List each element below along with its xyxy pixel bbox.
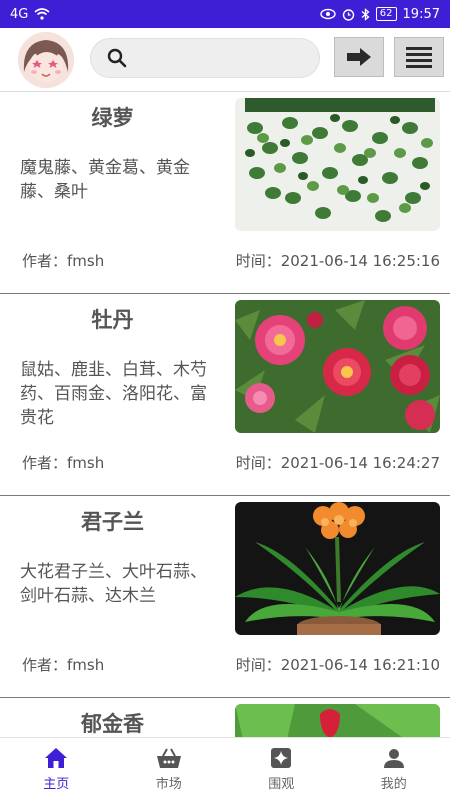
search-box[interactable] [90,38,320,78]
nav-discover[interactable]: 围观 [225,738,338,800]
list-item[interactable]: 绿萝 魔鬼藤、黄金葛、黄金藤、桑叶 作者：fmsh 时间：2021-06-14 … [0,92,450,294]
menu-button[interactable] [394,37,444,77]
item-photo[interactable] [235,98,440,231]
nav-home[interactable]: 主页 [0,738,113,800]
clivia-image [235,502,440,635]
signal-indicator: 4G [10,6,29,22]
item-author: 作者：fmsh [22,454,105,472]
clock: 19:57 [402,6,440,22]
item-title: 君子兰 [81,510,144,534]
peony-image [235,300,440,433]
search-icon [107,48,127,68]
nav-profile[interactable]: 我的 [338,738,450,800]
list-item[interactable]: 牡丹 鼠姑、鹿韭、白茸、木芍药、百雨金、洛阳花、富贵花 作者：fmsh 时间：2… [0,294,450,496]
header-bar [0,28,450,92]
sparkle-icon [271,747,292,768]
search-input[interactable] [135,49,305,67]
item-photo[interactable] [235,502,440,635]
item-photo[interactable] [235,300,440,433]
wifi-icon [34,8,50,20]
nav-label: 主页 [43,776,70,792]
hamburger-icon [406,47,432,68]
eye-icon [320,8,336,20]
nav-market[interactable]: 市场 [113,738,226,800]
plant-list[interactable]: 绿萝 魔鬼藤、黄金葛、黄金藤、桑叶 作者：fmsh 时间：2021-06-14 … [0,92,450,737]
status-right: 62 19:57 [320,7,440,22]
go-button[interactable] [334,37,384,77]
person-icon [383,748,404,768]
item-title: 绿萝 [91,106,134,130]
home-icon [45,747,68,768]
avatar-image [18,32,74,88]
status-left: 4G [10,7,50,22]
item-aliases: 鼠姑、鹿韭、白茸、木芍药、百雨金、洛阳花、富贵花 [20,360,207,428]
basket-icon [156,748,181,768]
nav-label: 市场 [155,776,182,792]
alarm-icon [342,8,354,21]
item-photo[interactable] [235,704,440,737]
battery-indicator: 62 [375,7,397,21]
arrow-right-icon [347,48,371,66]
item-aliases: 大花君子兰、大叶石蒜、剑叶石蒜、达木兰 [20,562,207,606]
bottom-nav: 主页 市场 围观 我的 [0,737,450,800]
item-aliases: 魔鬼藤、黄金葛、黄金藤、桑叶 [20,158,190,202]
tulip-image [235,704,440,737]
list-item[interactable]: 君子兰 大花君子兰、大叶石蒜、剑叶石蒜、达木兰 作者：fmsh 时间：2021-… [0,496,450,698]
item-title: 牡丹 [91,308,134,332]
item-author: 作者：fmsh [22,656,105,674]
nav-label: 我的 [380,776,407,792]
item-time: 时间：2021-06-14 16:21:10 [235,656,440,674]
item-time: 时间：2021-06-14 16:24:27 [235,454,440,472]
list-item[interactable]: 郁金香 [0,698,450,737]
item-title: 郁金香 [81,712,144,736]
status-bar: 4G 62 19:57 [0,0,450,28]
item-author: 作者：fmsh [22,252,105,270]
avatar[interactable] [18,32,74,88]
item-time: 时间：2021-06-14 16:25:16 [235,252,440,270]
pothos-image [235,98,440,231]
bluetooth-icon [361,7,370,21]
nav-label: 围观 [268,776,295,792]
